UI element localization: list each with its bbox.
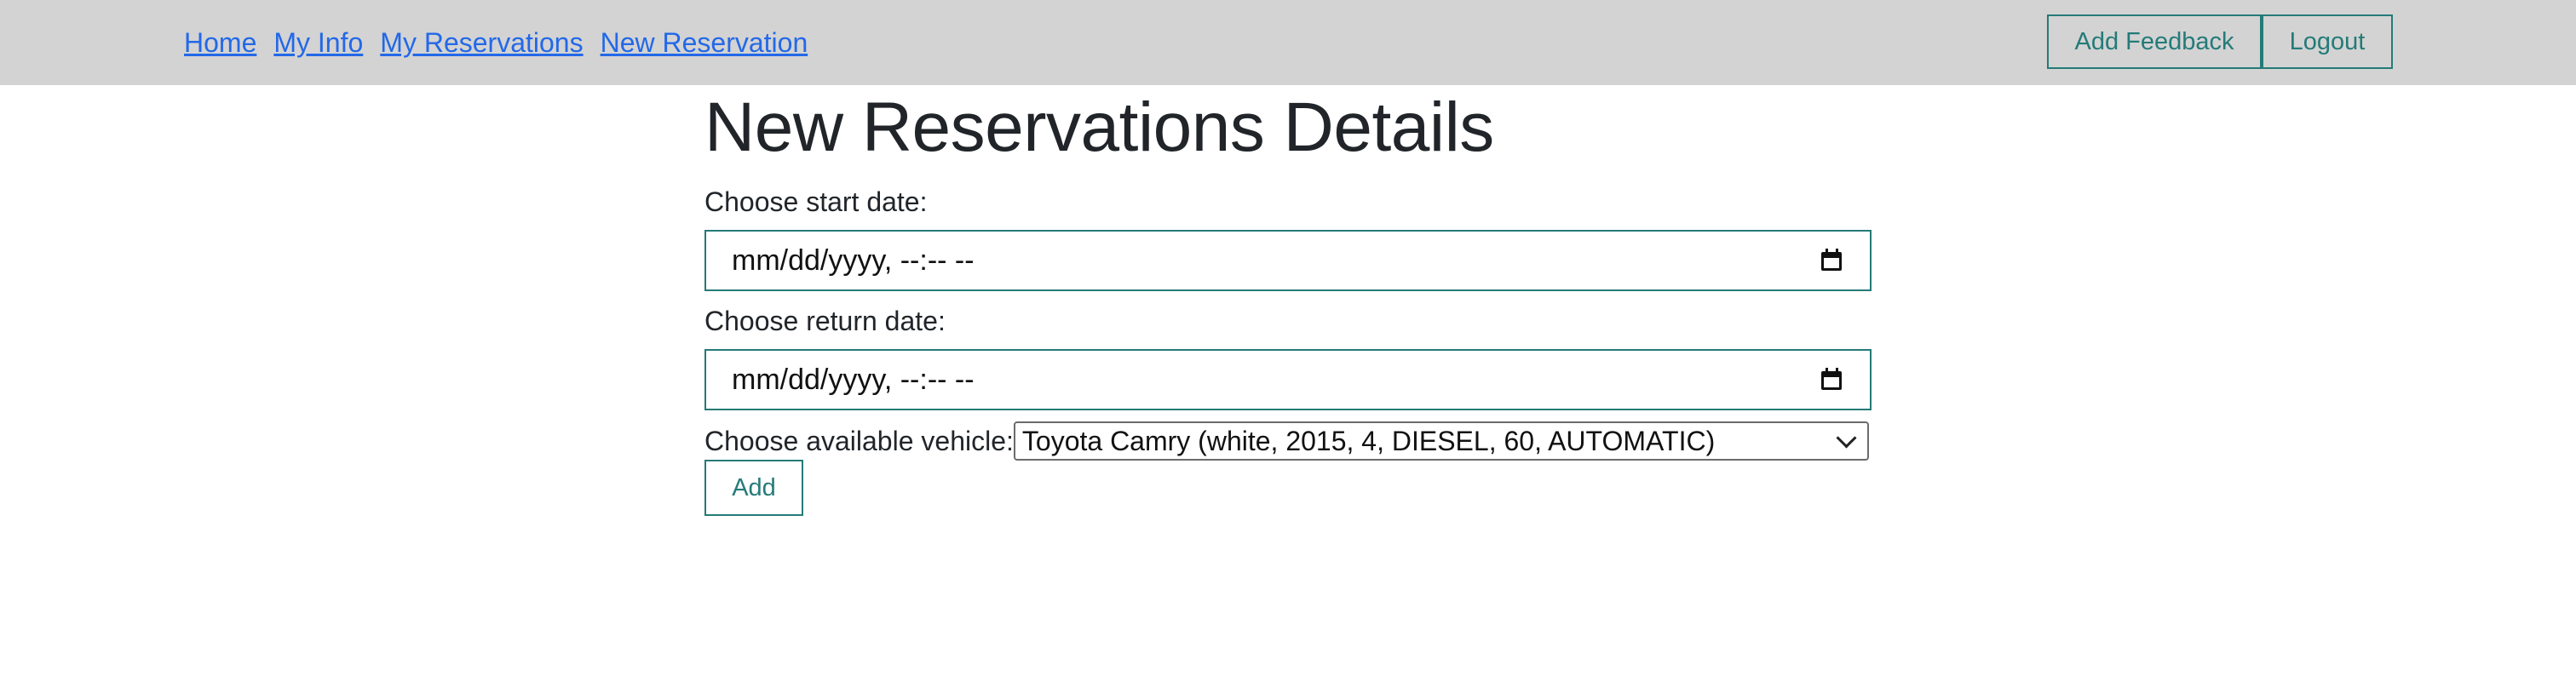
logout-button[interactable]: Logout (2262, 14, 2393, 69)
start-date-input[interactable]: mm/dd/yyyy, --:-- -- (704, 230, 1872, 291)
page-title: New Reservations Details (704, 89, 1494, 166)
vehicle-selected-value: Toyota Camry (white, 2015, 4, DIESEL, 60… (1021, 425, 1716, 456)
vehicle-select[interactable]: Toyota Camry (white, 2015, 4, DIESEL, 60… (1013, 421, 1869, 461)
nav-link-my-reservations[interactable]: My Reservations (380, 24, 583, 61)
add-feedback-button[interactable]: Add Feedback (2047, 14, 2262, 69)
vehicle-label: Choose available vehicle: (704, 426, 1014, 456)
start-date-value: mm/dd/yyyy, --:-- -- (732, 243, 975, 277)
add-button[interactable]: Add (704, 460, 803, 516)
return-date-label: Choose return date: (704, 306, 946, 336)
nav-buttons: Add Feedback Logout (2047, 14, 2393, 69)
nav-link-new-reservation[interactable]: New Reservation (601, 24, 808, 61)
vehicle-row: Choose available vehicle: Toyota Camry (… (704, 421, 1869, 461)
navbar: Home My Info My Reservations New Reserva… (0, 0, 2576, 85)
chevron-down-icon (1836, 427, 1857, 449)
return-date-input[interactable]: mm/dd/yyyy, --:-- -- (704, 349, 1872, 410)
nav-links: Home My Info My Reservations New Reserva… (184, 24, 808, 61)
calendar-icon[interactable] (1820, 249, 1844, 272)
start-date-label: Choose start date: (704, 186, 928, 217)
nav-link-home[interactable]: Home (184, 24, 256, 61)
return-date-value: mm/dd/yyyy, --:-- -- (732, 363, 975, 396)
calendar-icon[interactable] (1820, 368, 1844, 392)
nav-link-my-info[interactable]: My Info (273, 24, 363, 61)
